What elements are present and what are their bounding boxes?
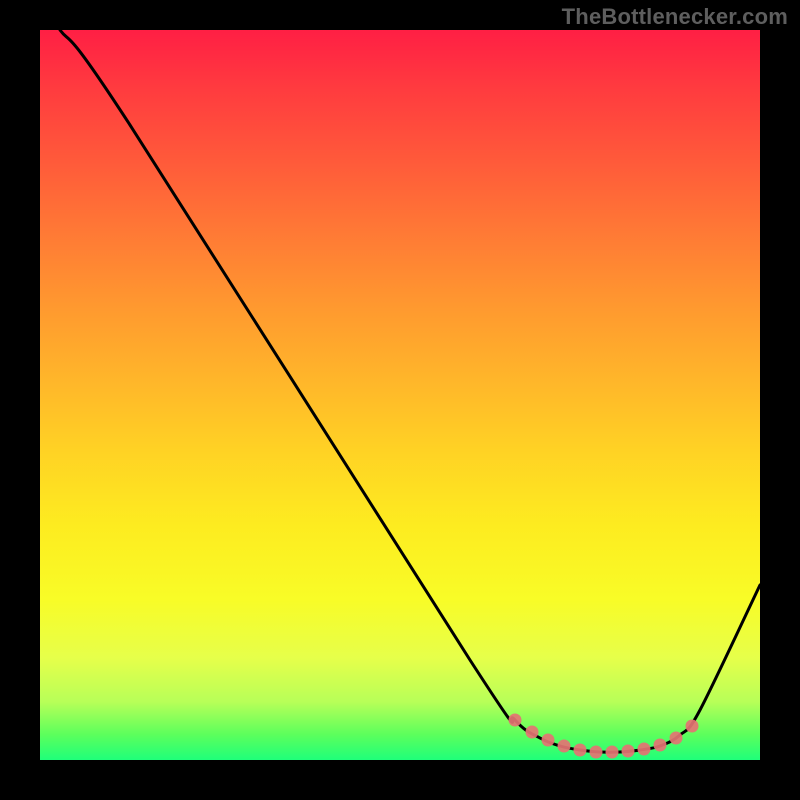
- trough-marker: [558, 740, 571, 753]
- chart-frame: TheBottlenecker.com: [0, 0, 800, 800]
- trough-marker: [590, 746, 603, 759]
- trough-marker: [542, 734, 555, 747]
- trough-marker: [638, 743, 651, 756]
- bottleneck-curve: [40, 30, 760, 760]
- curve-path: [60, 30, 760, 752]
- trough-marker: [509, 714, 522, 727]
- trough-marker: [670, 732, 683, 745]
- trough-marker: [622, 745, 635, 758]
- trough-marker: [686, 720, 699, 733]
- plot-area: [40, 30, 760, 760]
- trough-marker: [526, 726, 539, 739]
- watermark-text: TheBottlenecker.com: [562, 4, 788, 30]
- trough-marker: [654, 739, 667, 752]
- trough-marker: [574, 744, 587, 757]
- trough-marker: [606, 746, 619, 759]
